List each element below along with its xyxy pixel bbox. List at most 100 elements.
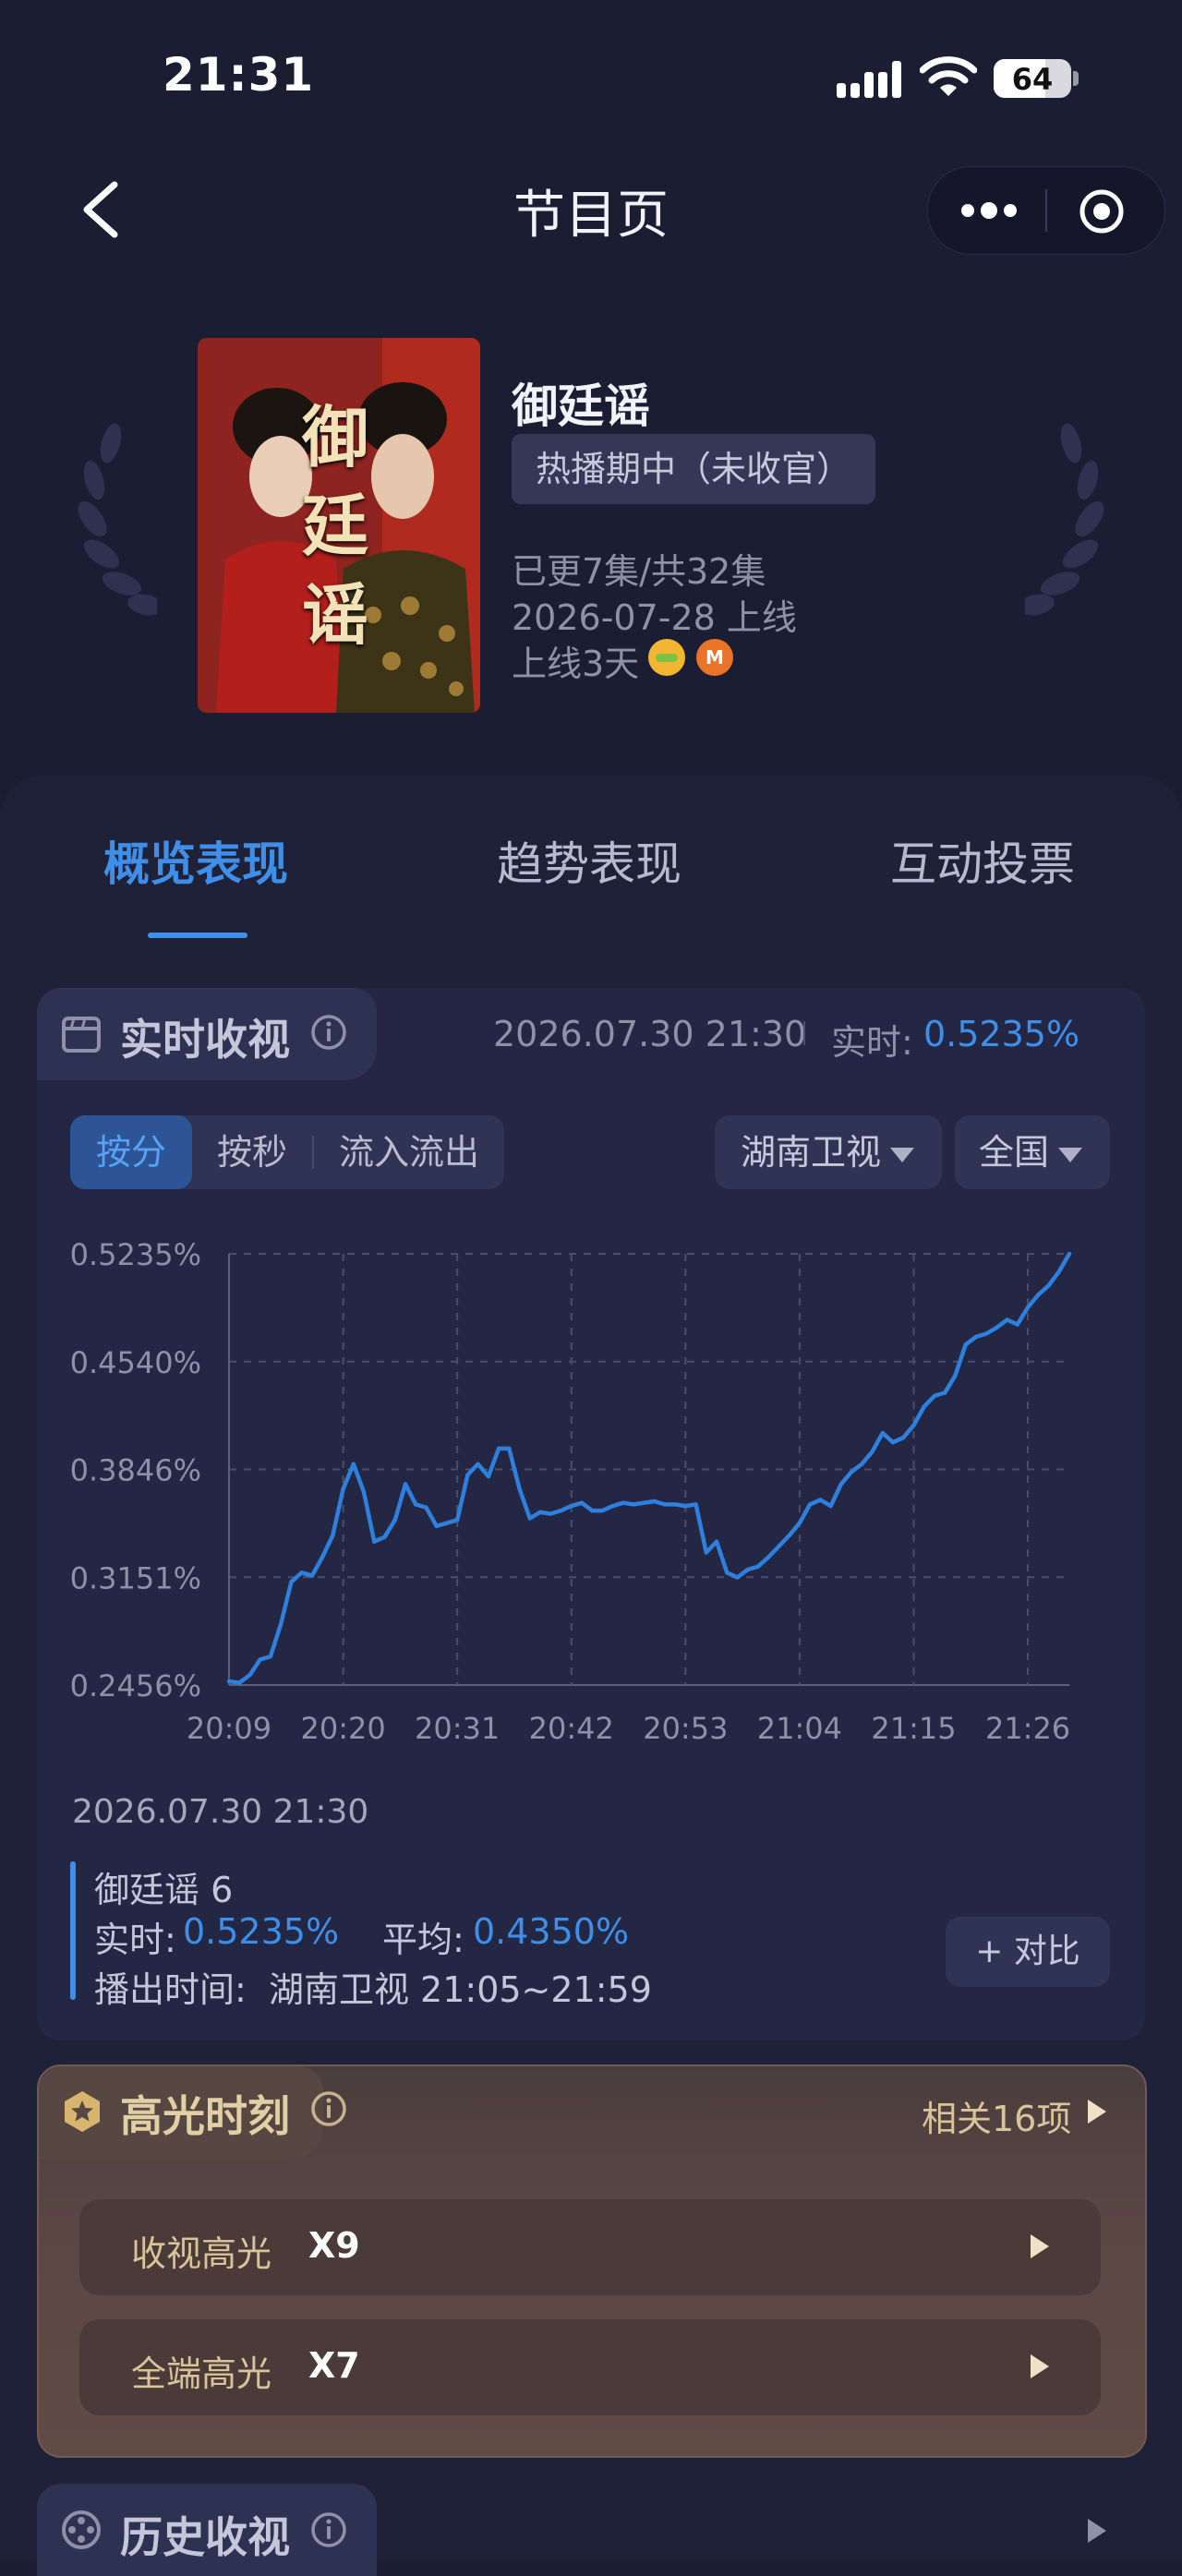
episode-label: 御廷谣 6 (94, 1870, 234, 1910)
highlight-label: 收视高光 (131, 2233, 272, 2274)
data-point (320, 1555, 325, 1559)
section-title-realtime: 实时收视 (120, 1015, 290, 1065)
y-tick-label: 0.3151% (70, 1560, 201, 1595)
hunan-tv-icon: M (696, 639, 733, 676)
compare-button[interactable]: + 对比 (946, 1917, 1110, 1987)
more-icon[interactable] (959, 195, 1019, 226)
data-point (777, 1544, 781, 1548)
data-point (1005, 1318, 1009, 1322)
mini-program-capsule (927, 166, 1165, 255)
data-point (569, 1503, 573, 1509)
ratings-line-chart[interactable]: 0.5235% 0.4540% 0.3846% 0.3151% 0.2456% 20:09… (37, 1219, 1145, 1773)
realtime-label: 实时: (831, 1022, 913, 1063)
caret-down-icon (890, 1147, 915, 1162)
data-point (683, 1503, 688, 1509)
data-point (549, 1511, 553, 1516)
data-point (559, 1508, 563, 1513)
page-title: 节目页 (513, 186, 669, 246)
x-tick-label: 21:26 (985, 1711, 1070, 1746)
channel-dropdown[interactable]: 湖南卫视 (715, 1115, 942, 1189)
x-tick-label: 21:04 (757, 1711, 842, 1746)
segment-by-second[interactable]: 按秒 (192, 1115, 312, 1189)
data-point (983, 1331, 989, 1336)
y-tick-label: 0.3846% (70, 1453, 201, 1488)
tab-overview[interactable]: 概览表现 (57, 827, 334, 894)
region-value: 全国 (979, 1132, 1050, 1173)
data-point (299, 1571, 304, 1575)
data-point (341, 1487, 345, 1491)
data-point (444, 1521, 450, 1525)
data-point (507, 1446, 512, 1451)
data-point (600, 1508, 605, 1513)
target-icon[interactable] (1078, 187, 1126, 235)
laurel-right-icon (1025, 423, 1104, 616)
data-point (455, 1518, 460, 1523)
data-point (226, 1679, 232, 1684)
x-tick-label: 20:31 (415, 1711, 500, 1746)
data-point (797, 1521, 802, 1525)
play-arrow-icon (1031, 2354, 1049, 2378)
info-icon[interactable] (310, 2090, 347, 2127)
highlight-count: X7 (308, 2345, 360, 2386)
data-point (890, 1440, 896, 1445)
laurel-left-icon (78, 423, 157, 616)
highlights-related-link[interactable]: 相关16项 (922, 2090, 1071, 2141)
show-poster[interactable]: 御廷谣 (198, 338, 480, 713)
back-icon[interactable] (78, 181, 126, 238)
status-time: 21:31 (163, 48, 315, 102)
data-point (279, 1621, 283, 1626)
data-point (995, 1325, 999, 1330)
region-dropdown[interactable]: 全国 (955, 1115, 1110, 1189)
data-point (880, 1430, 885, 1436)
data-point (590, 1508, 595, 1513)
days-online: 上线3天 (512, 644, 640, 684)
data-point (268, 1654, 273, 1659)
data-point (943, 1390, 947, 1395)
data-point (818, 1498, 823, 1502)
tab-trend[interactable]: 趋势表现 (451, 827, 728, 894)
status-badge: 热播期中（未收官） (512, 434, 876, 504)
highlight-count: X9 (308, 2225, 360, 2266)
caret-down-icon (1058, 1147, 1083, 1162)
section-title-history: 历史收视 (120, 2512, 290, 2562)
data-point (1015, 1322, 1020, 1327)
data-point (424, 1505, 428, 1510)
highlight-row-all-platform[interactable]: 全端高光 X7 (79, 2319, 1101, 2415)
battery-indicator: 64 (994, 59, 1079, 98)
poster-title-text: 御廷谣 (301, 398, 368, 654)
data-point (351, 1462, 356, 1466)
play-arrow-icon[interactable] (1088, 2519, 1106, 2543)
data-point (465, 1473, 470, 1477)
data-point (1056, 1270, 1062, 1274)
average-label: 平均: (382, 1920, 464, 1960)
wifi-icon (920, 56, 977, 96)
tab-interactive-vote[interactable]: 互动投票 (844, 827, 1121, 894)
granularity-segmented-control: 按分 按秒 流入流出 (70, 1115, 504, 1189)
info-icon[interactable] (310, 2511, 347, 2548)
segment-by-minute[interactable]: 按分 (70, 1115, 192, 1189)
data-point (537, 1510, 543, 1514)
data-point (725, 1571, 730, 1575)
segment-flow[interactable]: 流入流出 (314, 1115, 504, 1189)
detail-realtime-label: 实时: (94, 1920, 176, 1960)
data-point (932, 1393, 937, 1398)
data-point (258, 1657, 262, 1662)
data-point (787, 1533, 791, 1538)
data-point (860, 1462, 864, 1466)
x-tick-label: 20:09 (187, 1711, 271, 1746)
data-point (642, 1500, 646, 1505)
section-title-highlights: 高光时刻 (120, 2091, 290, 2141)
data-point (755, 1564, 761, 1569)
data-point (486, 1474, 491, 1479)
detail-realtime-value: 0.5235% (183, 1911, 340, 1952)
episode-count: 已更7集/共32集 (512, 551, 766, 592)
info-icon[interactable] (310, 1014, 347, 1051)
data-point (247, 1673, 252, 1678)
cellular-signal-icon (837, 61, 901, 98)
highlight-row-ratings[interactable]: 收视高光 X9 (79, 2199, 1101, 2295)
data-point (953, 1373, 958, 1378)
data-point (403, 1482, 408, 1487)
play-arrow-icon[interactable] (1088, 2100, 1106, 2124)
x-tick-label: 20:42 (529, 1711, 614, 1746)
data-point (309, 1573, 315, 1578)
